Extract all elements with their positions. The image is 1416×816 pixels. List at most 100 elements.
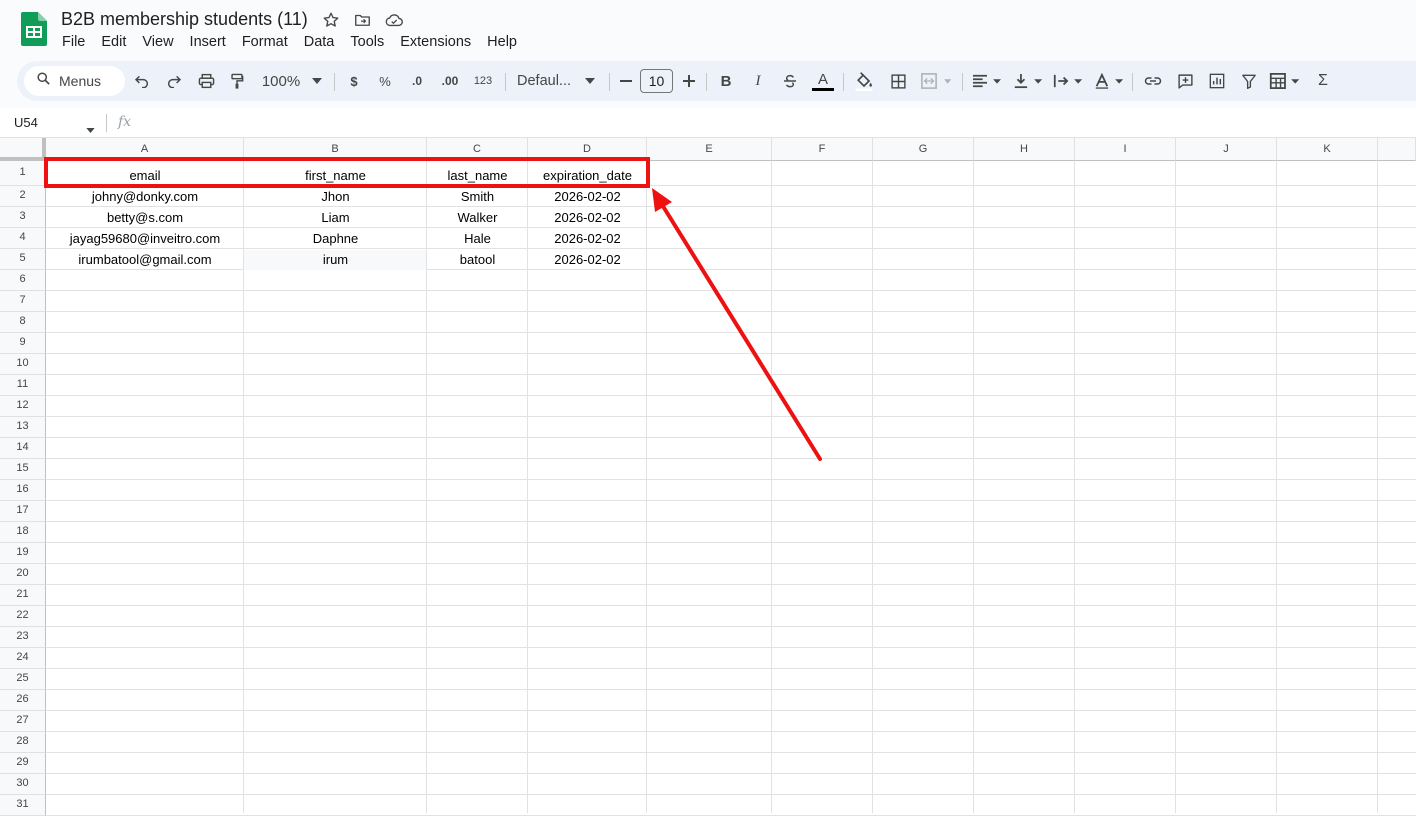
select-all-corner[interactable] (0, 138, 46, 161)
bold-button[interactable]: B (717, 67, 735, 95)
row-header-30[interactable]: 30 (0, 774, 46, 795)
column-header-b[interactable]: B (244, 138, 427, 161)
fill-color-icon[interactable] (853, 67, 875, 95)
menu-insert[interactable]: Insert (182, 33, 234, 53)
row-header-18[interactable]: 18 (0, 522, 46, 543)
text-color-button[interactable]: A (812, 67, 834, 95)
merge-cells-icon[interactable] (919, 67, 955, 95)
row-header-23[interactable]: 23 (0, 627, 46, 648)
cell-d4[interactable]: 2026-02-02 (528, 230, 647, 247)
paint-format-icon[interactable] (226, 67, 248, 95)
row-header-20[interactable]: 20 (0, 564, 46, 585)
undo-icon[interactable] (131, 67, 153, 95)
menu-view[interactable]: View (134, 33, 181, 53)
cell-c5[interactable]: batool (427, 251, 528, 268)
column-header-a[interactable]: A (46, 138, 244, 161)
insert-link-icon[interactable] (1142, 67, 1164, 95)
column-header-g[interactable]: G (873, 138, 974, 161)
row-header-2[interactable]: 2 (0, 186, 46, 207)
row-header-24[interactable]: 24 (0, 648, 46, 669)
cloud-saved-icon[interactable] (384, 10, 404, 30)
cell-c1[interactable]: last_name (427, 167, 528, 184)
cell-b4[interactable]: Daphne (244, 230, 427, 247)
menu-format[interactable]: Format (234, 33, 296, 53)
name-box[interactable]: U54 (14, 115, 38, 130)
insert-comment-icon[interactable] (1174, 67, 1196, 95)
row-header-19[interactable]: 19 (0, 543, 46, 564)
filter-icon[interactable] (1238, 67, 1260, 95)
cell-d1[interactable]: expiration_date (528, 167, 647, 184)
column-header-f[interactable]: F (772, 138, 873, 161)
row-header-22[interactable]: 22 (0, 606, 46, 627)
borders-icon[interactable] (887, 67, 909, 95)
row-header-27[interactable]: 27 (0, 711, 46, 732)
menu-edit[interactable]: Edit (93, 33, 134, 53)
print-icon[interactable] (195, 67, 217, 95)
row-header-28[interactable]: 28 (0, 732, 46, 753)
row-header-14[interactable]: 14 (0, 438, 46, 459)
zoom-select[interactable]: 100% (260, 67, 302, 95)
cell-a4[interactable]: jayag59680@inveitro.com (46, 230, 244, 247)
row-header-12[interactable]: 12 (0, 396, 46, 417)
menu-help[interactable]: Help (479, 33, 525, 53)
menu-tools[interactable]: Tools (342, 33, 392, 53)
row-header-4[interactable]: 4 (0, 228, 46, 249)
menu-file[interactable]: File (54, 33, 93, 53)
column-header-d[interactable]: D (528, 138, 647, 161)
row-header-13[interactable]: 13 (0, 417, 46, 438)
menu-extensions[interactable]: Extensions (392, 33, 479, 53)
column-header-c[interactable]: C (427, 138, 528, 161)
vertical-align-icon[interactable] (1012, 67, 1044, 95)
move-to-folder-icon[interactable] (352, 10, 372, 30)
cell-c4[interactable]: Hale (427, 230, 528, 247)
cell-a2[interactable]: johny@donky.com (46, 188, 244, 205)
column-header-i[interactable]: I (1075, 138, 1176, 161)
cell-b3[interactable]: Liam (244, 209, 427, 226)
row-header-21[interactable]: 21 (0, 585, 46, 606)
sheets-logo-icon[interactable] (21, 12, 47, 46)
cell-a1[interactable]: email (46, 167, 244, 184)
font-family-select[interactable]: Defaul... (517, 67, 577, 95)
row-header-29[interactable]: 29 (0, 753, 46, 774)
cell-b1[interactable]: first_name (244, 167, 427, 184)
row-header-5[interactable]: 5 (0, 249, 46, 270)
row-header-26[interactable]: 26 (0, 690, 46, 711)
cell-b2[interactable]: Jhon (244, 188, 427, 205)
horizontal-align-icon[interactable] (971, 67, 1003, 95)
font-family-dropdown-icon[interactable] (584, 67, 596, 95)
increase-decimal-button[interactable]: .00 (437, 67, 463, 95)
menu-data[interactable]: Data (296, 33, 343, 53)
star-icon[interactable] (321, 10, 341, 30)
row-header-10[interactable]: 10 (0, 354, 46, 375)
row-header-7[interactable]: 7 (0, 291, 46, 312)
name-box-dropdown-icon[interactable] (86, 120, 95, 138)
percent-format-button[interactable]: % (376, 67, 394, 95)
currency-format-button[interactable]: $ (345, 67, 363, 95)
row-header-15[interactable]: 15 (0, 459, 46, 480)
decrease-font-size-icon[interactable] (618, 67, 634, 95)
filter-views-icon[interactable] (1268, 67, 1302, 95)
row-header-6[interactable]: 6 (0, 270, 46, 291)
font-size-input[interactable]: 10 (640, 69, 673, 93)
row-header-1[interactable]: 1 (0, 161, 46, 186)
column-header-j[interactable]: J (1176, 138, 1277, 161)
increase-font-size-icon[interactable] (681, 67, 697, 95)
cell-c3[interactable]: Walker (427, 209, 528, 226)
number-format-button[interactable]: 123 (471, 67, 495, 95)
text-rotation-icon[interactable] (1093, 67, 1125, 95)
search-menus-input[interactable]: Menus (24, 66, 125, 96)
cell-c2[interactable]: Smith (427, 188, 528, 205)
row-header-3[interactable]: 3 (0, 207, 46, 228)
cell-a5[interactable]: irumbatool@gmail.com (46, 251, 244, 268)
cell-b5[interactable]: irum (244, 251, 427, 268)
decrease-decimal-button[interactable]: .0 (405, 67, 429, 95)
spreadsheet-grid[interactable]: ABCDEFGHIJK 1 2 3 4 5 6 7 8 9 10 11 12 13 14 15 16 17 18 1… (0, 138, 1416, 816)
insert-chart-icon[interactable] (1206, 67, 1228, 95)
row-header-16[interactable]: 16 (0, 480, 46, 501)
column-header-e[interactable]: E (647, 138, 772, 161)
document-title[interactable]: B2B membership students (11) (61, 9, 308, 30)
row-header-8[interactable]: 8 (0, 312, 46, 333)
cell-d2[interactable]: 2026-02-02 (528, 188, 647, 205)
row-header-11[interactable]: 11 (0, 375, 46, 396)
row-header-9[interactable]: 9 (0, 333, 46, 354)
